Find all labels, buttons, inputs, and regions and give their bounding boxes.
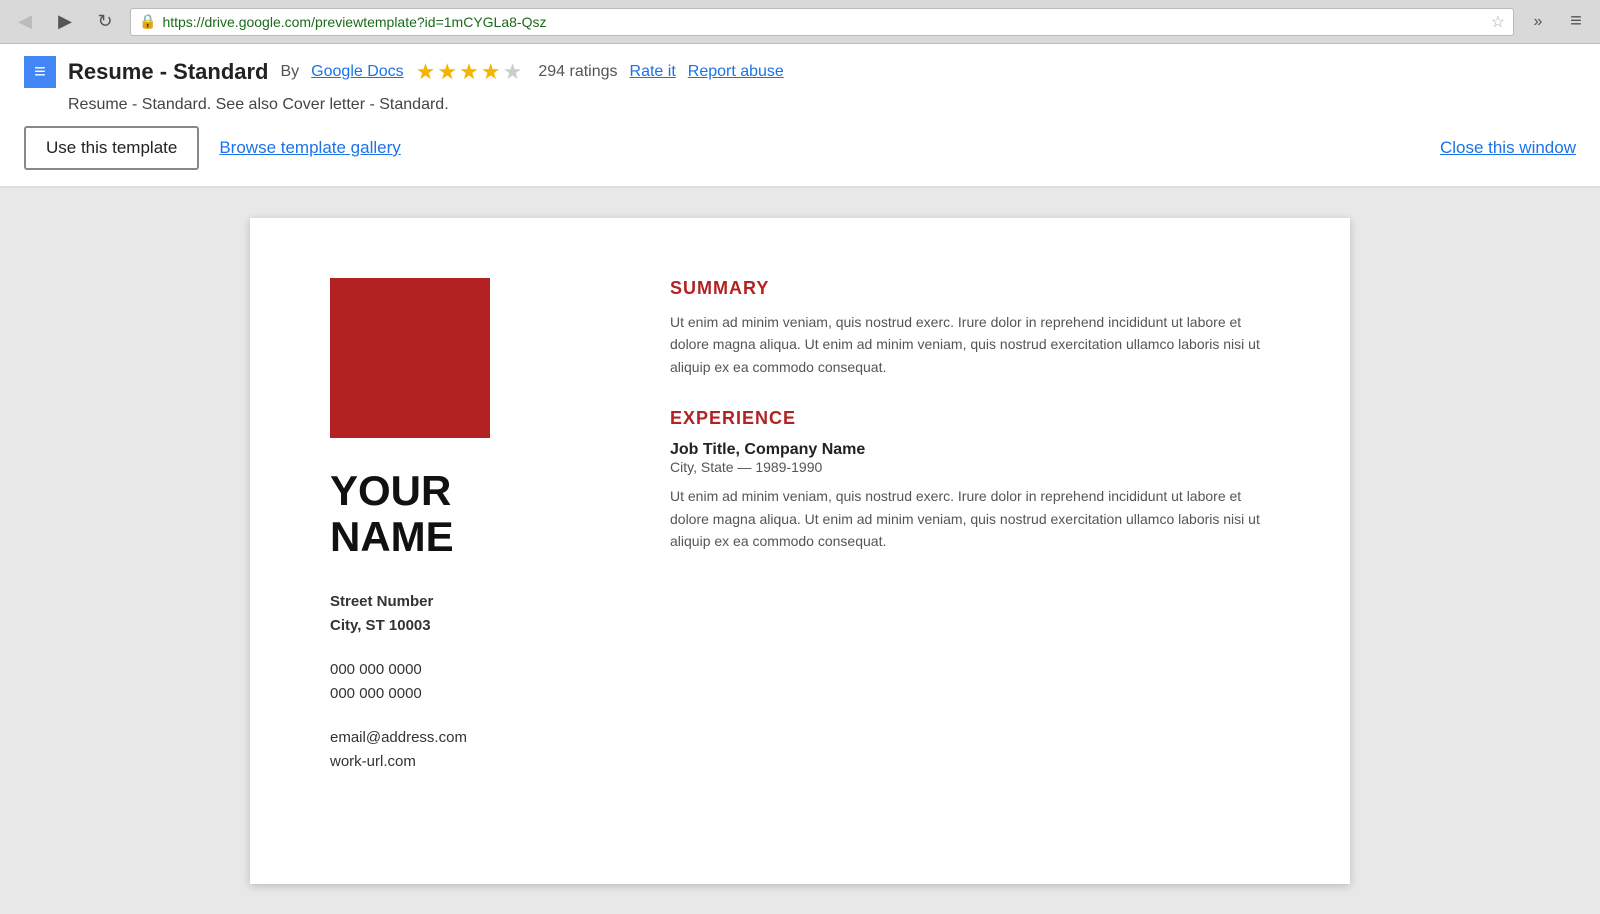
experience-heading: EXPERIENCE: [670, 408, 1270, 429]
refresh-button[interactable]: ↻: [90, 7, 120, 37]
lock-icon: 🔒: [139, 13, 156, 30]
name-line1: YOUR: [330, 467, 451, 514]
resume-address: Street Number City, ST 10003: [330, 590, 610, 638]
star-2: ★: [437, 59, 457, 85]
resume-contact: email@address.com work-url.com: [330, 726, 610, 774]
document-preview: YOUR NAME Street Number City, ST 10003 0…: [250, 218, 1350, 884]
subtitle-text: Resume - Standard. See also Cover letter…: [68, 96, 449, 113]
menu-button[interactable]: ≡: [1562, 8, 1590, 36]
author-link[interactable]: Google Docs: [311, 63, 404, 81]
resume-name: YOUR NAME: [330, 468, 610, 560]
resume-left: YOUR NAME Street Number City, ST 10003 0…: [330, 278, 610, 774]
forward-button[interactable]: ▶: [50, 7, 80, 37]
address-line2: City, ST 10003: [330, 614, 610, 638]
content-area: YOUR NAME Street Number City, ST 10003 0…: [0, 188, 1600, 914]
left-actions: Use this template Browse template galler…: [24, 126, 401, 170]
summary-text: Ut enim ad minim veniam, quis nostrud ex…: [670, 311, 1270, 378]
extra-button[interactable]: »: [1524, 8, 1552, 36]
header-top: ≡ Resume - Standard By Google Docs ★ ★ ★…: [24, 56, 1576, 88]
ratings-count: 294 ratings: [538, 63, 617, 81]
report-abuse-link[interactable]: Report abuse: [688, 63, 784, 81]
star-4: ★: [481, 59, 501, 85]
stars-container: ★ ★ ★ ★ ★: [416, 59, 523, 85]
close-window-link[interactable]: Close this window: [1440, 138, 1576, 158]
star-3: ★: [459, 59, 479, 85]
resume-layout: YOUR NAME Street Number City, ST 10003 0…: [330, 278, 1270, 774]
browse-gallery-link[interactable]: Browse template gallery: [219, 138, 400, 158]
phone2: 000 000 0000: [330, 682, 610, 706]
use-template-button[interactable]: Use this template: [24, 126, 199, 170]
resume-email: email@address.com: [330, 726, 610, 750]
resume-right: SUMMARY Ut enim ad minim veniam, quis no…: [670, 278, 1270, 774]
by-label: By: [281, 63, 300, 81]
actions-row: Use this template Browse template galler…: [24, 126, 1576, 170]
experience-text: Ut enim ad minim veniam, quis nostrud ex…: [670, 485, 1270, 552]
resume-phone: 000 000 0000 000 000 0000: [330, 658, 610, 706]
url-text: https://drive.google.com/previewtemplate…: [162, 14, 1484, 30]
star-5: ★: [503, 59, 523, 85]
doc-icon: ≡: [24, 56, 56, 88]
rate-link[interactable]: Rate it: [630, 63, 676, 81]
address-line1: Street Number: [330, 590, 610, 614]
subtitle-row: Resume - Standard. See also Cover letter…: [68, 96, 1576, 114]
doc-icon-symbol: ≡: [34, 61, 46, 84]
name-line2: NAME: [330, 513, 454, 560]
phone1: 000 000 0000: [330, 658, 610, 682]
resume-website: work-url.com: [330, 750, 610, 774]
back-button[interactable]: ◀: [10, 7, 40, 37]
bookmark-icon[interactable]: ☆: [1491, 12, 1505, 32]
resume-photo: [330, 278, 490, 438]
address-bar: 🔒 https://drive.google.com/previewtempla…: [130, 8, 1514, 36]
summary-heading: SUMMARY: [670, 278, 1270, 299]
job-details: City, State — 1989-1990: [670, 459, 1270, 475]
star-1: ★: [416, 59, 436, 85]
job-title: Job Title, Company Name: [670, 441, 1270, 459]
template-title: Resume - Standard: [68, 59, 269, 85]
browser-chrome: ◀ ▶ ↻ 🔒 https://drive.google.com/preview…: [0, 0, 1600, 44]
page-header: ≡ Resume - Standard By Google Docs ★ ★ ★…: [0, 44, 1600, 188]
experience-entry: Job Title, Company Name City, State — 19…: [670, 441, 1270, 552]
